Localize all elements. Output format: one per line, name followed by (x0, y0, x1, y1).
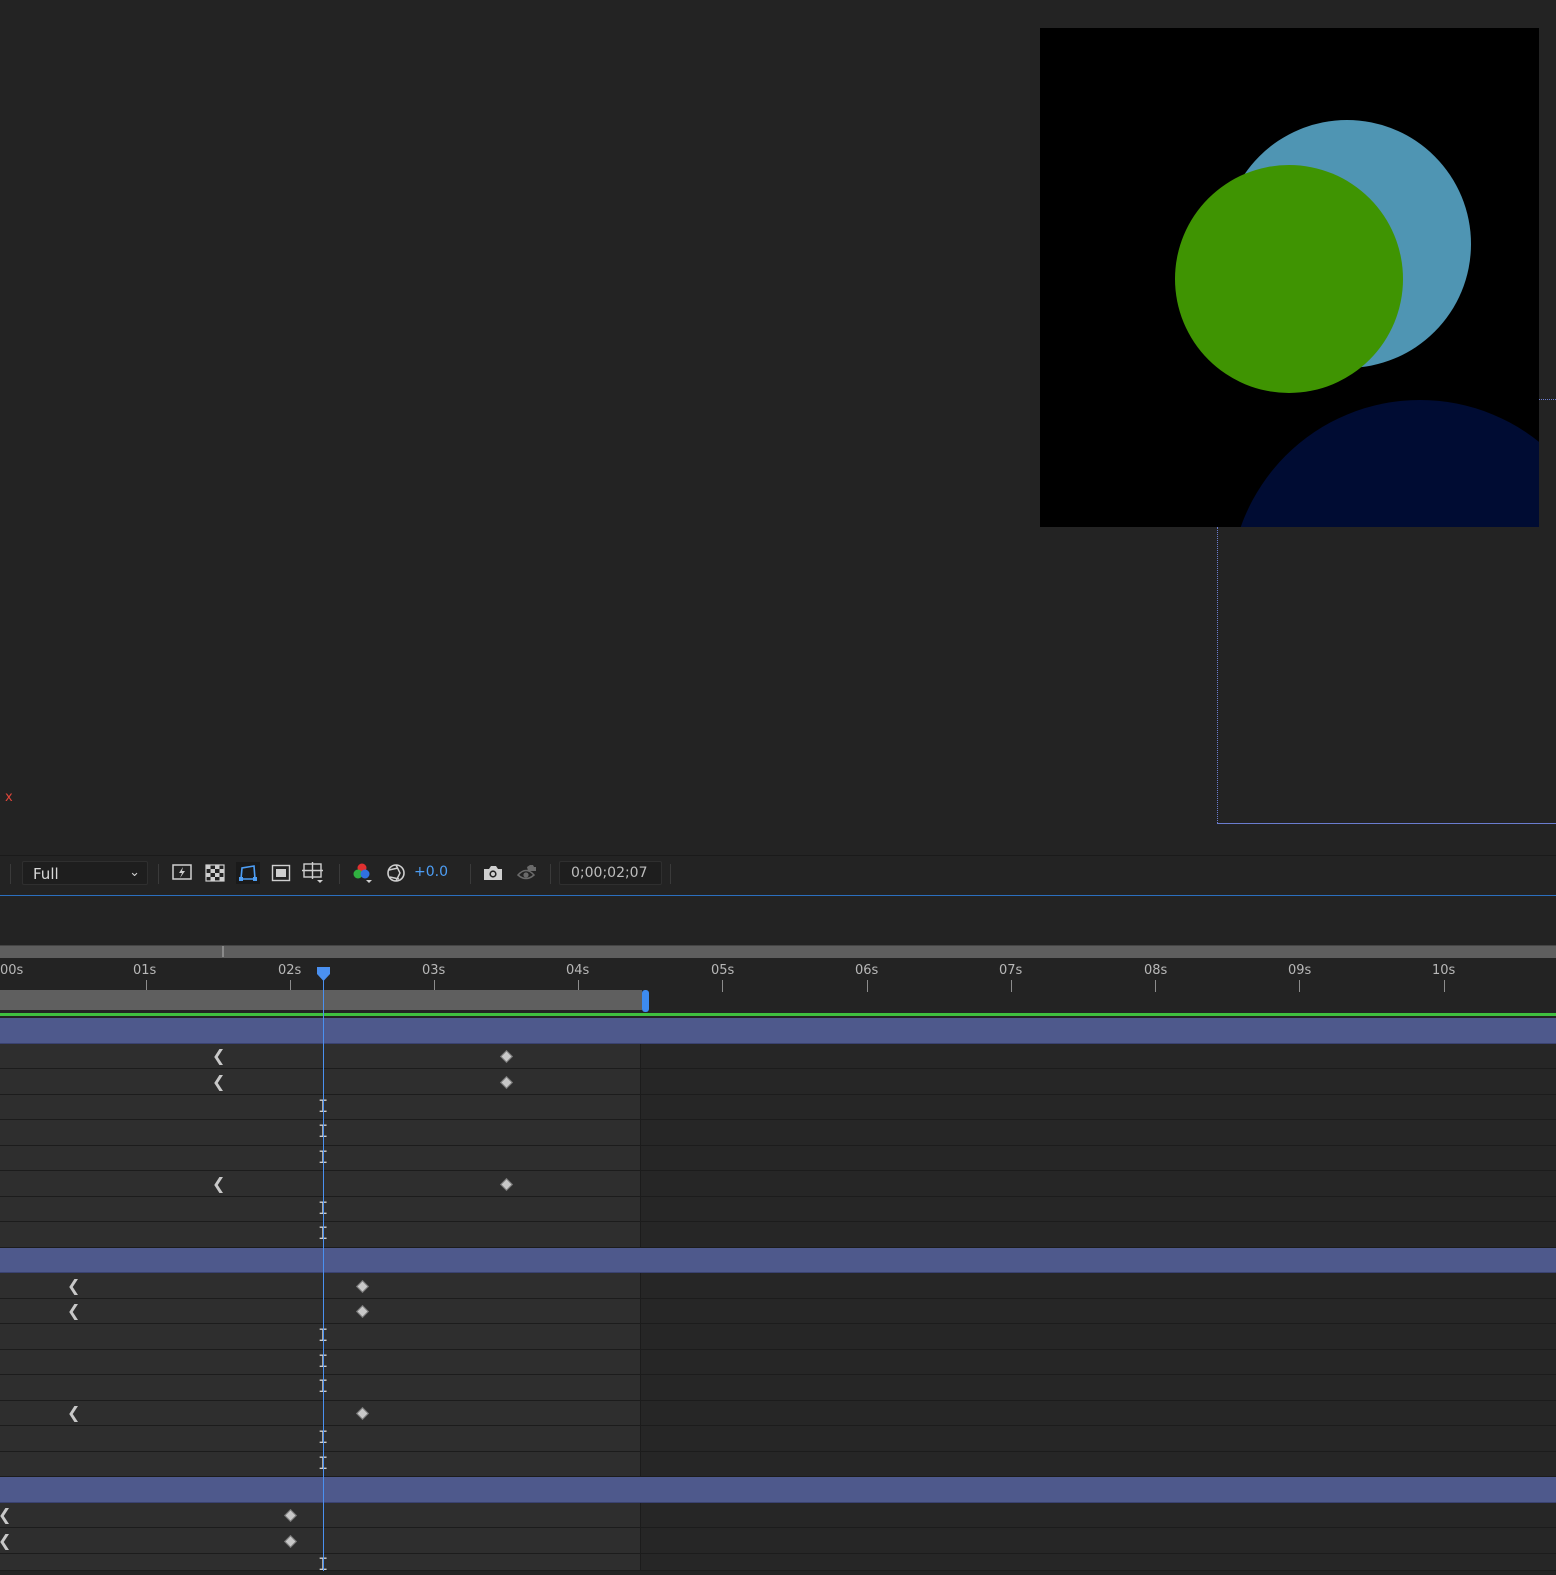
property-track[interactable]: I (0, 1095, 1556, 1120)
viewer-toolbar: Full ⌄ +0.0 0;00;02;07 (0, 855, 1556, 891)
ruler-tick (1011, 980, 1012, 992)
ruler-label: 08s (1144, 963, 1168, 978)
property-track[interactable]: ❮ (0, 1528, 1556, 1554)
ruler-label: 09s (1288, 963, 1312, 978)
resolution-value: Full (33, 865, 59, 883)
ruler-tick (1299, 980, 1300, 992)
property-track[interactable]: I (0, 1375, 1556, 1401)
toolbar-divider (339, 864, 340, 884)
ruler-tick (867, 980, 868, 992)
layer-bounds-guide (1217, 823, 1556, 824)
property-track[interactable]: I (0, 1426, 1556, 1452)
ruler-tick (1155, 980, 1156, 992)
ruler-label: 07s (999, 963, 1023, 978)
layer-bar[interactable] (0, 1477, 1556, 1503)
property-track[interactable]: I (0, 1222, 1556, 1248)
ruler-tick (722, 980, 723, 992)
keyframe-hold-icon[interactable]: ❮ (212, 1048, 225, 1064)
property-track[interactable]: I (0, 1120, 1556, 1146)
time-navigator-marker (222, 946, 224, 957)
toolbar-divider (10, 864, 11, 884)
layer-bar[interactable] (0, 1018, 1556, 1044)
property-track[interactable]: ❮ (0, 1401, 1556, 1426)
property-track[interactable]: I (0, 1350, 1556, 1375)
timeline-header-strip (0, 896, 1556, 944)
keyframe-hold-icon[interactable]: ❮ (0, 1507, 11, 1523)
color-channels-icon[interactable] (350, 862, 374, 884)
ruler-label: 00s (0, 963, 24, 978)
property-track[interactable]: I (0, 1324, 1556, 1350)
property-track[interactable]: ❮ (0, 1069, 1556, 1095)
ruler-label: 01s (133, 963, 157, 978)
keyframe-hold-icon[interactable]: ❮ (212, 1176, 225, 1192)
region-of-interest-icon[interactable] (269, 862, 293, 884)
time-navigator-bar[interactable] (0, 945, 1556, 958)
toolbar-divider (470, 864, 471, 884)
property-track[interactable]: ❮ (0, 1503, 1556, 1528)
layer-bounds-guide (1217, 527, 1218, 823)
property-track[interactable]: ❮ (0, 1299, 1556, 1324)
toolbar-divider (550, 864, 551, 884)
keyframe-hold-icon[interactable]: ❮ (67, 1405, 80, 1421)
ruler-label: 06s (855, 963, 879, 978)
exposure-reset-icon[interactable] (384, 862, 408, 884)
timeline-tracks[interactable]: ❮ ❮ I I I ❮ I I ❮ ❮ I I I ❮ (0, 1018, 1556, 1574)
property-track[interactable]: ❮ (0, 1273, 1556, 1299)
grid-guides-icon[interactable] (301, 862, 325, 884)
ruler-label: 03s (422, 963, 446, 978)
property-track[interactable]: ❮ (0, 1044, 1556, 1069)
current-time-display[interactable]: 0;00;02;07 (559, 861, 662, 885)
mask-path-icon[interactable] (236, 862, 260, 884)
snapshot-camera-icon[interactable] (481, 862, 505, 884)
ruler-label: 04s (566, 963, 590, 978)
resolution-select[interactable]: Full ⌄ (22, 861, 148, 885)
work-area-end-handle[interactable] (642, 990, 649, 1012)
property-track[interactable]: I (0, 1197, 1556, 1222)
exposure-value[interactable]: +0.0 (414, 864, 448, 880)
layer-bounds-guide (1539, 399, 1556, 400)
timecode-value: 0;00;02;07 (571, 865, 648, 881)
show-snapshot-icon[interactable] (514, 862, 538, 884)
composition-viewer[interactable]: x (0, 0, 1556, 855)
composition-frame[interactable] (1040, 28, 1539, 527)
ruler-label: 10s (1432, 963, 1456, 978)
toolbar-divider (158, 864, 159, 884)
property-track[interactable]: I (0, 1554, 1556, 1574)
playhead-line[interactable] (323, 968, 324, 1571)
fast-previews-icon[interactable] (170, 862, 194, 884)
axis-x-label: x (5, 790, 13, 805)
navy-circle-layer[interactable] (1230, 400, 1539, 527)
green-circle-layer[interactable] (1175, 165, 1403, 393)
property-track[interactable]: I (0, 1452, 1556, 1477)
toolbar-divider (670, 864, 671, 884)
keyframe-hold-icon[interactable]: ❮ (67, 1278, 80, 1294)
chevron-down-icon: ⌄ (129, 865, 140, 880)
render-cache-indicator (0, 1013, 1556, 1016)
work-area-bar[interactable] (0, 990, 642, 1010)
layer-bar[interactable] (0, 1248, 1556, 1273)
playhead-handle-icon[interactable] (316, 967, 331, 981)
keyframe-hold-icon[interactable]: ❮ (0, 1533, 11, 1549)
keyframe-hold-icon[interactable]: ❮ (212, 1074, 225, 1090)
time-ruler[interactable]: 00s 01s 02s 03s 04s 05s 06s 07s 08s 09s … (0, 958, 1556, 992)
property-track[interactable]: I (0, 1146, 1556, 1171)
ruler-label: 02s (278, 963, 302, 978)
property-track[interactable]: ❮ (0, 1171, 1556, 1197)
ruler-tick (1444, 980, 1445, 992)
ruler-label: 05s (711, 963, 735, 978)
transparency-grid-icon[interactable] (203, 862, 227, 884)
keyframe-hold-icon[interactable]: ❮ (67, 1303, 80, 1319)
